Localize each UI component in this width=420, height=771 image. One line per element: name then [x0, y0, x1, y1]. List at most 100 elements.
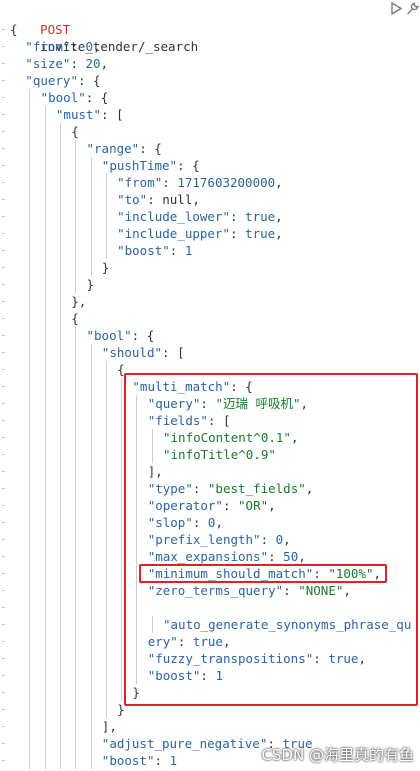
fold-marker[interactable] — [2, 658, 5, 659]
json-key: "query" — [25, 73, 78, 88]
code-line[interactable]: } — [87, 276, 95, 293]
code-line[interactable]: "to": null, — [117, 191, 200, 208]
indent-guide — [59, 327, 61, 344]
fold-marker[interactable] — [2, 182, 5, 183]
fold-marker[interactable] — [2, 301, 5, 302]
code-line[interactable]: "boost": 1 — [102, 752, 177, 769]
fold-marker[interactable] — [2, 250, 5, 251]
code-line[interactable]: "from": 1717603200000, — [117, 174, 283, 191]
indent-guide — [44, 208, 46, 225]
indent-guide — [75, 752, 77, 769]
indent-guide — [90, 463, 92, 480]
indent-guide — [29, 208, 31, 225]
code-line[interactable]: ], — [102, 718, 117, 735]
code-line[interactable]: "from": 0, — [25, 38, 100, 55]
indent-guide — [90, 548, 92, 565]
fold-marker[interactable] — [2, 420, 5, 421]
code-line[interactable]: "include_lower": true, — [117, 208, 283, 225]
wrench-icon[interactable] — [406, 2, 420, 18]
fold-marker[interactable] — [2, 505, 5, 506]
fold-marker[interactable] — [2, 624, 5, 625]
indent-guide — [105, 633, 107, 650]
indent-guide — [90, 599, 92, 616]
code-line[interactable]: "boost": 1 — [117, 242, 192, 259]
code-line[interactable]: "bool": { — [41, 89, 109, 106]
indent-guide — [59, 429, 61, 446]
code-line[interactable]: "must": [ — [56, 106, 124, 123]
fold-marker[interactable] — [2, 352, 5, 353]
indent-guide — [59, 395, 61, 412]
fold-marker[interactable] — [2, 63, 5, 64]
fold-marker[interactable] — [2, 692, 5, 693]
indent-guide — [121, 599, 123, 616]
fold-marker[interactable] — [2, 386, 5, 387]
json-key: "from" — [117, 175, 163, 190]
fold-marker[interactable] — [2, 114, 5, 115]
fold-marker[interactable] — [2, 709, 5, 710]
code-line[interactable]: "range": { — [87, 140, 162, 157]
request-line[interactable]: POST invite_tender/_search — [10, 4, 198, 54]
code-line[interactable]: "query": { — [25, 72, 100, 89]
fold-marker[interactable] — [2, 539, 5, 540]
code-line[interactable]: "include_upper": true, — [117, 225, 283, 242]
fold-marker[interactable] — [2, 284, 5, 285]
fold-marker[interactable] — [2, 369, 5, 370]
fold-marker[interactable] — [2, 522, 5, 523]
indent-guide — [44, 412, 46, 429]
fold-marker[interactable] — [2, 590, 5, 591]
json-value: 1 — [184, 243, 193, 258]
fold-marker[interactable] — [2, 267, 5, 268]
fold-marker[interactable] — [2, 488, 5, 489]
indent-guide — [59, 497, 61, 514]
fold-marker[interactable] — [2, 607, 5, 608]
json-punctuation: } — [101, 260, 110, 275]
code-line[interactable]: { — [10, 21, 18, 38]
fold-marker[interactable] — [2, 471, 5, 472]
indent-guide — [29, 123, 31, 140]
code-line[interactable]: "pushTime": { — [102, 157, 200, 174]
json-punctuation: }, — [71, 294, 87, 309]
fold-marker[interactable] — [2, 131, 5, 132]
fold-marker[interactable] — [2, 556, 5, 557]
request-method: POST — [40, 22, 71, 37]
indent-guide — [75, 361, 77, 378]
indent-guide — [44, 429, 46, 446]
indent-guide — [29, 378, 31, 395]
code-line[interactable]: { — [71, 310, 79, 327]
json-key: "include_upper" — [117, 226, 230, 241]
indent-guide — [75, 633, 77, 650]
json-punctuation: : [ — [162, 345, 185, 360]
play-icon[interactable] — [391, 1, 403, 18]
fold-marker[interactable] — [2, 46, 5, 47]
fold-marker[interactable] — [2, 29, 5, 30]
code-line[interactable]: }, — [71, 293, 86, 310]
fold-marker[interactable] — [2, 743, 5, 744]
fold-marker[interactable] — [2, 760, 5, 761]
fold-marker[interactable] — [2, 675, 5, 676]
code-line[interactable]: "bool": { — [87, 327, 155, 344]
fold-marker[interactable] — [2, 165, 5, 166]
code-line[interactable]: "should": [ — [102, 344, 185, 361]
fold-marker[interactable] — [2, 726, 5, 727]
indent-guide — [59, 446, 61, 463]
fold-marker[interactable] — [2, 403, 5, 404]
fold-marker[interactable] — [2, 216, 5, 217]
fold-marker[interactable] — [2, 233, 5, 234]
indent-guide — [105, 514, 107, 531]
fold-marker[interactable] — [2, 148, 5, 149]
fold-marker[interactable] — [2, 573, 5, 574]
fold-marker[interactable] — [2, 335, 5, 336]
code-line[interactable]: } — [102, 259, 110, 276]
indent-guide — [105, 191, 107, 208]
fold-marker[interactable] — [2, 80, 5, 81]
query-editor[interactable]: POST invite_tender/_search {"from": 0, "s… — [0, 0, 420, 771]
fold-marker[interactable] — [2, 97, 5, 98]
fold-marker[interactable] — [2, 437, 5, 438]
fold-marker[interactable] — [2, 318, 5, 319]
fold-marker[interactable] — [2, 199, 5, 200]
fold-marker[interactable] — [2, 641, 5, 642]
fold-marker[interactable] — [2, 454, 5, 455]
indent-guide — [59, 344, 61, 361]
code-line[interactable]: { — [71, 123, 79, 140]
code-line[interactable]: "size": 20, — [25, 55, 108, 72]
